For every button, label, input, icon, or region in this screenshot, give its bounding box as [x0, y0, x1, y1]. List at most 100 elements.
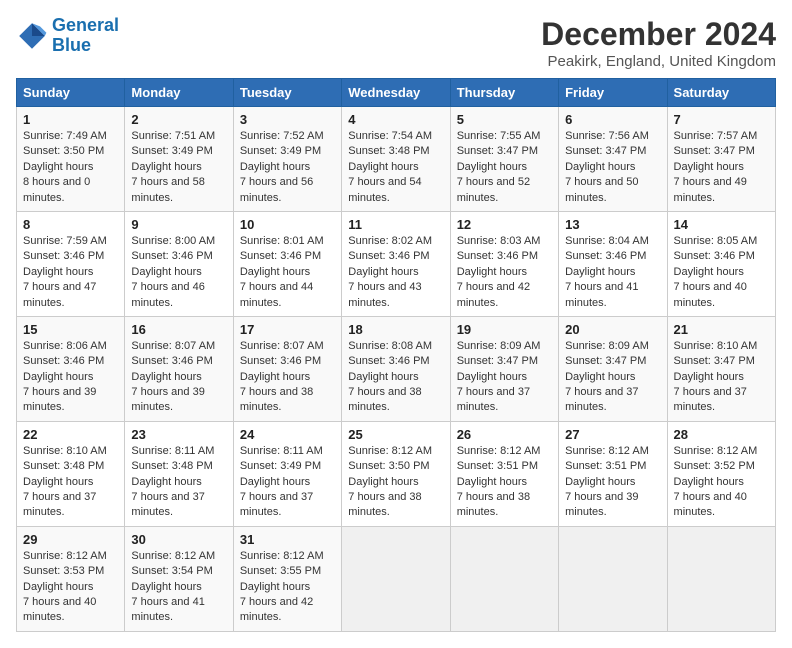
day-info: Sunrise: 8:07 AMSunset: 3:46 PMDaylight … — [240, 339, 335, 416]
calendar-cell: 29Sunrise: 8:12 AMSunset: 3:53 PMDayligh… — [17, 526, 125, 631]
logo: General Blue — [16, 16, 119, 56]
weekday-header-wednesday: Wednesday — [342, 79, 450, 107]
calendar-cell: 24 Sunrise: 8:11 AMSunset: 3:49 PMDayligh… — [233, 421, 341, 526]
calendar-cell — [667, 526, 775, 631]
calendar-cell: 22 Sunrise: 8:10 AMSunset: 3:48 PMDayligh… — [17, 421, 125, 526]
day-info: Sunrise: 8:08 AMSunset: 3:46 PMDaylight … — [348, 339, 443, 416]
calendar-cell: 20Sunrise: 8:09 AMSunset: 3:47 PMDayligh… — [559, 316, 667, 421]
day-info: Sunrise: 8:10 AMSunset: 3:47 PMDaylight … — [674, 339, 769, 416]
calendar-cell: 7 Sunrise: 7:57 AMSunset: 3:47 PMDaylight… — [667, 107, 775, 212]
day-number: 25 — [348, 427, 443, 442]
day-info: Sunrise: 8:12 AMSunset: 3:51 PMDaylight … — [565, 444, 660, 521]
day-number: 16 — [131, 322, 226, 337]
day-info: Sunrise: 8:02 AMSunset: 3:46 PMDaylight … — [348, 234, 443, 311]
weekday-header-monday: Monday — [125, 79, 233, 107]
calendar-week-2: 8 Sunrise: 7:59 AMSunset: 3:46 PMDaylight… — [17, 211, 776, 316]
day-number: 5 — [457, 112, 552, 127]
weekday-header-thursday: Thursday — [450, 79, 558, 107]
logo-line1: General — [52, 15, 119, 35]
day-number: 11 — [348, 217, 443, 232]
calendar-cell: 15Sunrise: 8:06 AMSunset: 3:46 PMDayligh… — [17, 316, 125, 421]
day-number: 19 — [457, 322, 552, 337]
day-info: Sunrise: 8:05 AMSunset: 3:46 PMDaylight … — [674, 234, 769, 311]
calendar-cell: 13 Sunrise: 8:04 AMSunset: 3:46 PMDayligh… — [559, 211, 667, 316]
calendar-cell: 27 Sunrise: 8:12 AMSunset: 3:51 PMDayligh… — [559, 421, 667, 526]
day-number: 1 — [23, 112, 118, 127]
calendar-cell: 2Sunrise: 7:51 AMSunset: 3:49 PMDaylight… — [125, 107, 233, 212]
calendar-cell: 30 Sunrise: 8:12 AMSunset: 3:54 PMDayligh… — [125, 526, 233, 631]
day-number: 7 — [674, 112, 769, 127]
day-number: 26 — [457, 427, 552, 442]
weekday-header-row: SundayMondayTuesdayWednesdayThursdayFrid… — [17, 79, 776, 107]
day-info: Sunrise: 7:52 AMSunset: 3:49 PMDaylight … — [240, 129, 335, 206]
day-info: Sunrise: 8:12 AMSunset: 3:53 PMDaylight … — [23, 549, 118, 626]
calendar-week-3: 15Sunrise: 8:06 AMSunset: 3:46 PMDayligh… — [17, 316, 776, 421]
day-info: Sunrise: 7:57 AMSunset: 3:47 PMDaylight … — [674, 129, 769, 206]
day-info: Sunrise: 8:12 AMSunset: 3:51 PMDaylight … — [457, 444, 552, 521]
day-number: 3 — [240, 112, 335, 127]
day-info: Sunrise: 8:03 AMSunset: 3:46 PMDaylight … — [457, 234, 552, 311]
day-info: Sunrise: 7:59 AMSunset: 3:46 PMDaylight … — [23, 234, 118, 311]
day-info: Sunrise: 7:49 AMSunset: 3:50 PMDaylight … — [23, 129, 118, 206]
calendar-cell: 12 Sunrise: 8:03 AMSunset: 3:46 PMDayligh… — [450, 211, 558, 316]
logo-icon — [16, 20, 48, 52]
location: Peakirk, England, United Kingdom — [541, 53, 776, 70]
day-number: 21 — [674, 322, 769, 337]
day-number: 9 — [131, 217, 226, 232]
day-number: 27 — [565, 427, 660, 442]
calendar-cell: 4 Sunrise: 7:54 AMSunset: 3:48 PMDaylight… — [342, 107, 450, 212]
day-info: Sunrise: 8:07 AMSunset: 3:46 PMDaylight … — [131, 339, 226, 416]
day-info: Sunrise: 8:10 AMSunset: 3:48 PMDaylight … — [23, 444, 118, 521]
day-number: 10 — [240, 217, 335, 232]
day-info: Sunrise: 7:54 AMSunset: 3:48 PMDaylight … — [348, 129, 443, 206]
calendar-cell: 11 Sunrise: 8:02 AMSunset: 3:46 PMDayligh… — [342, 211, 450, 316]
day-number: 20 — [565, 322, 660, 337]
calendar-cell: 14 Sunrise: 8:05 AMSunset: 3:46 PMDayligh… — [667, 211, 775, 316]
page-header: General Blue December 2024 Peakirk, Engl… — [16, 16, 776, 70]
day-number: 24 — [240, 427, 335, 442]
day-info: Sunrise: 8:12 AMSunset: 3:54 PMDaylight … — [131, 549, 226, 626]
calendar-cell: 3 Sunrise: 7:52 AMSunset: 3:49 PMDaylight… — [233, 107, 341, 212]
calendar-cell: 28 Sunrise: 8:12 AMSunset: 3:52 PMDayligh… — [667, 421, 775, 526]
calendar-cell: 16 Sunrise: 8:07 AMSunset: 3:46 PMDayligh… — [125, 316, 233, 421]
day-info: Sunrise: 8:11 AMSunset: 3:49 PMDaylight … — [240, 444, 335, 521]
calendar-cell — [450, 526, 558, 631]
day-info: Sunrise: 8:04 AMSunset: 3:46 PMDaylight … — [565, 234, 660, 311]
calendar-week-4: 22 Sunrise: 8:10 AMSunset: 3:48 PMDayligh… — [17, 421, 776, 526]
day-number: 8 — [23, 217, 118, 232]
day-info: Sunrise: 7:51 AMSunset: 3:49 PMDaylight … — [131, 129, 226, 206]
weekday-header-tuesday: Tuesday — [233, 79, 341, 107]
calendar-cell: 8 Sunrise: 7:59 AMSunset: 3:46 PMDaylight… — [17, 211, 125, 316]
day-number: 22 — [23, 427, 118, 442]
weekday-header-sunday: Sunday — [17, 79, 125, 107]
day-number: 14 — [674, 217, 769, 232]
day-number: 6 — [565, 112, 660, 127]
title-block: December 2024 Peakirk, England, United K… — [541, 16, 776, 70]
day-number: 12 — [457, 217, 552, 232]
day-number: 17 — [240, 322, 335, 337]
day-number: 15 — [23, 322, 118, 337]
day-info: Sunrise: 8:12 AMSunset: 3:50 PMDaylight … — [348, 444, 443, 521]
day-info: Sunrise: 8:01 AMSunset: 3:46 PMDaylight … — [240, 234, 335, 311]
day-info: Sunrise: 8:12 AMSunset: 3:52 PMDaylight … — [674, 444, 769, 521]
day-number: 13 — [565, 217, 660, 232]
calendar-table: SundayMondayTuesdayWednesdayThursdayFrid… — [16, 78, 776, 632]
calendar-cell: 26 Sunrise: 8:12 AMSunset: 3:51 PMDayligh… — [450, 421, 558, 526]
day-info: Sunrise: 8:09 AMSunset: 3:47 PMDaylight … — [457, 339, 552, 416]
calendar-cell: 17 Sunrise: 8:07 AMSunset: 3:46 PMDayligh… — [233, 316, 341, 421]
calendar-cell: 6Sunrise: 7:56 AMSunset: 3:47 PMDaylight… — [559, 107, 667, 212]
calendar-cell: 19 Sunrise: 8:09 AMSunset: 3:47 PMDayligh… — [450, 316, 558, 421]
day-number: 23 — [131, 427, 226, 442]
day-number: 28 — [674, 427, 769, 442]
calendar-cell — [342, 526, 450, 631]
calendar-week-5: 29Sunrise: 8:12 AMSunset: 3:53 PMDayligh… — [17, 526, 776, 631]
calendar-cell: 21 Sunrise: 8:10 AMSunset: 3:47 PMDayligh… — [667, 316, 775, 421]
weekday-header-saturday: Saturday — [667, 79, 775, 107]
day-info: Sunrise: 8:00 AMSunset: 3:46 PMDaylight … — [131, 234, 226, 311]
day-number: 30 — [131, 532, 226, 547]
day-number: 4 — [348, 112, 443, 127]
logo-line2: Blue — [52, 35, 91, 55]
calendar-cell: 9 Sunrise: 8:00 AMSunset: 3:46 PMDaylight… — [125, 211, 233, 316]
calendar-week-1: 1 Sunrise: 7:49 AMSunset: 3:50 PMDaylight… — [17, 107, 776, 212]
day-info: Sunrise: 8:12 AMSunset: 3:55 PMDaylight … — [240, 549, 335, 626]
